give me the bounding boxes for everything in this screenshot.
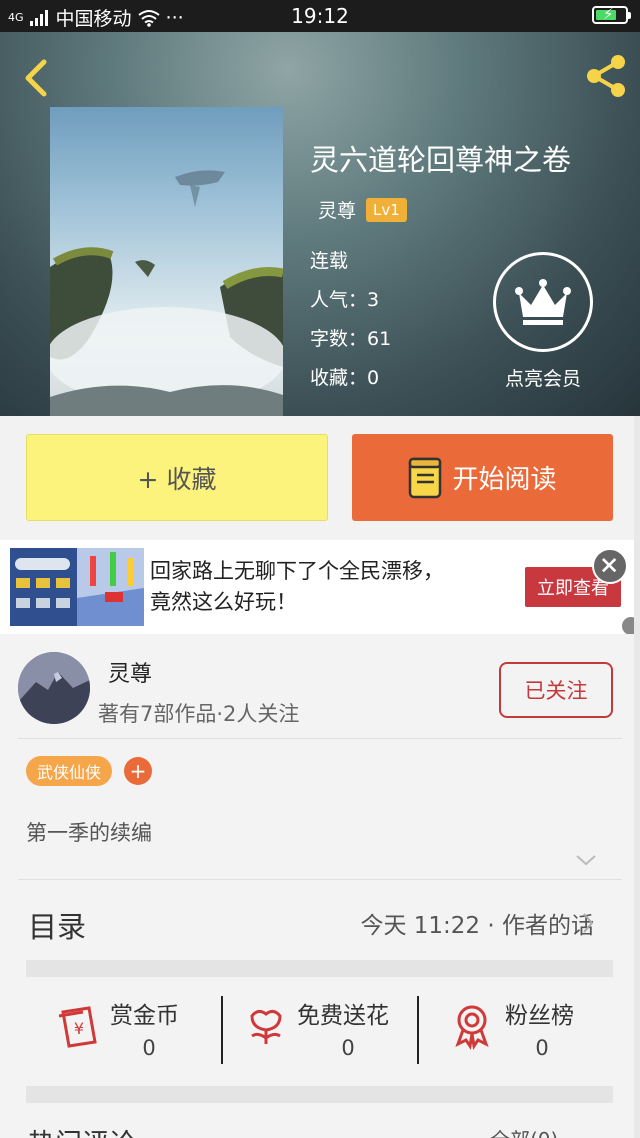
medal-icon [455,1005,489,1050]
start-reading-button[interactable]: 开始阅读 [352,434,613,521]
share-icon[interactable] [582,52,628,100]
ad-close-icon[interactable] [592,548,628,584]
book-title: 灵六道轮回尊神之卷 [310,143,572,177]
vip-button[interactable] [493,252,593,352]
divider [18,879,622,880]
scrollbar[interactable] [634,416,640,1138]
crown-icon [515,279,571,325]
ad-line-1: 回家路上无聊下了个全民漂移， [150,559,444,583]
hot-comments-title: 热门评论 [28,1122,136,1138]
author-avatar[interactable] [18,652,90,724]
reward-coin-value: 0 [142,1036,156,1060]
fans-ranking-label: 粉丝榜 [505,1003,574,1029]
book-cover[interactable] [50,107,283,417]
reward-coin-icon: ¥ [58,1006,97,1048]
battery-icon: ⚡ [592,5,631,24]
author-name[interactable]: 灵尊 [108,656,152,688]
divider [18,738,622,739]
level-badge: Lv1 [366,197,407,222]
ad-line-2: 竟然这么好玩！ [150,590,297,614]
chevron-right-icon[interactable] [580,911,596,935]
all-comments-link[interactable]: 全部(0) [490,1124,558,1138]
follow-button[interactable]: 已关注 [499,662,613,718]
section-separator [26,960,613,977]
ad-text: 回家路上无聊下了个全民漂移， 竟然这么好玩！ [150,556,444,618]
fans-ranking-value: 0 [535,1036,549,1060]
svg-text:¥: ¥ [74,1019,84,1038]
flower-value: 0 [341,1036,355,1060]
book-icon [409,457,442,498]
book-author-line: 灵尊 Lv1 [318,196,407,223]
flower-label: 免费送花 [297,1003,389,1029]
flower-icon [250,1009,282,1044]
book-status: 连载 [310,250,349,272]
genre-tag[interactable]: 武侠仙侠 [26,756,113,786]
action-row: + 收藏 开始阅读 [0,416,640,540]
add-tag-button[interactable]: + [124,757,152,785]
author-stats: 著有7部作品·2人关注 [98,702,300,726]
toc-latest-update[interactable]: 今天 11:22 · 作者的话 [360,906,594,940]
ad-banner[interactable]: 回家路上无聊下了个全民漂移， 竟然这么好玩！ 立即查看 [0,540,640,634]
book-popularity: 人气：3 [310,289,380,311]
start-reading-label: 开始阅读 [452,465,557,495]
stat-separator [417,996,419,1064]
status-bar: 4G 中国移动 ··· 19:12 ⚡ [0,0,640,32]
stat-separator [221,996,223,1064]
reward-coin-label: 赏金币 [110,1003,179,1029]
author-section: 灵尊 著有7部作品·2人关注 已关注 武侠仙侠 + 第一季的续编 目录 今天 1… [0,634,640,1138]
section-separator [26,1086,613,1103]
book-description: 第一季的续编 [26,821,152,845]
book-author[interactable]: 灵尊 [318,196,356,223]
back-icon[interactable] [18,56,58,100]
clock: 19:12 [291,4,349,28]
cover-art [50,170,283,417]
book-header: 灵六道轮回尊神之卷 灵尊 Lv1 连载 人气：3 字数：61 收藏：0 点亮会员 [0,32,640,417]
chevron-down-icon[interactable] [574,852,598,868]
vip-label[interactable]: 点亮会员 [468,364,618,391]
ad-thumbnail [10,548,144,626]
toc-label[interactable]: 目录 [28,904,86,946]
book-favorites: 收藏：0 [310,367,380,389]
collect-button[interactable]: + 收藏 [26,434,328,521]
book-word-count: 字数：61 [310,328,392,350]
